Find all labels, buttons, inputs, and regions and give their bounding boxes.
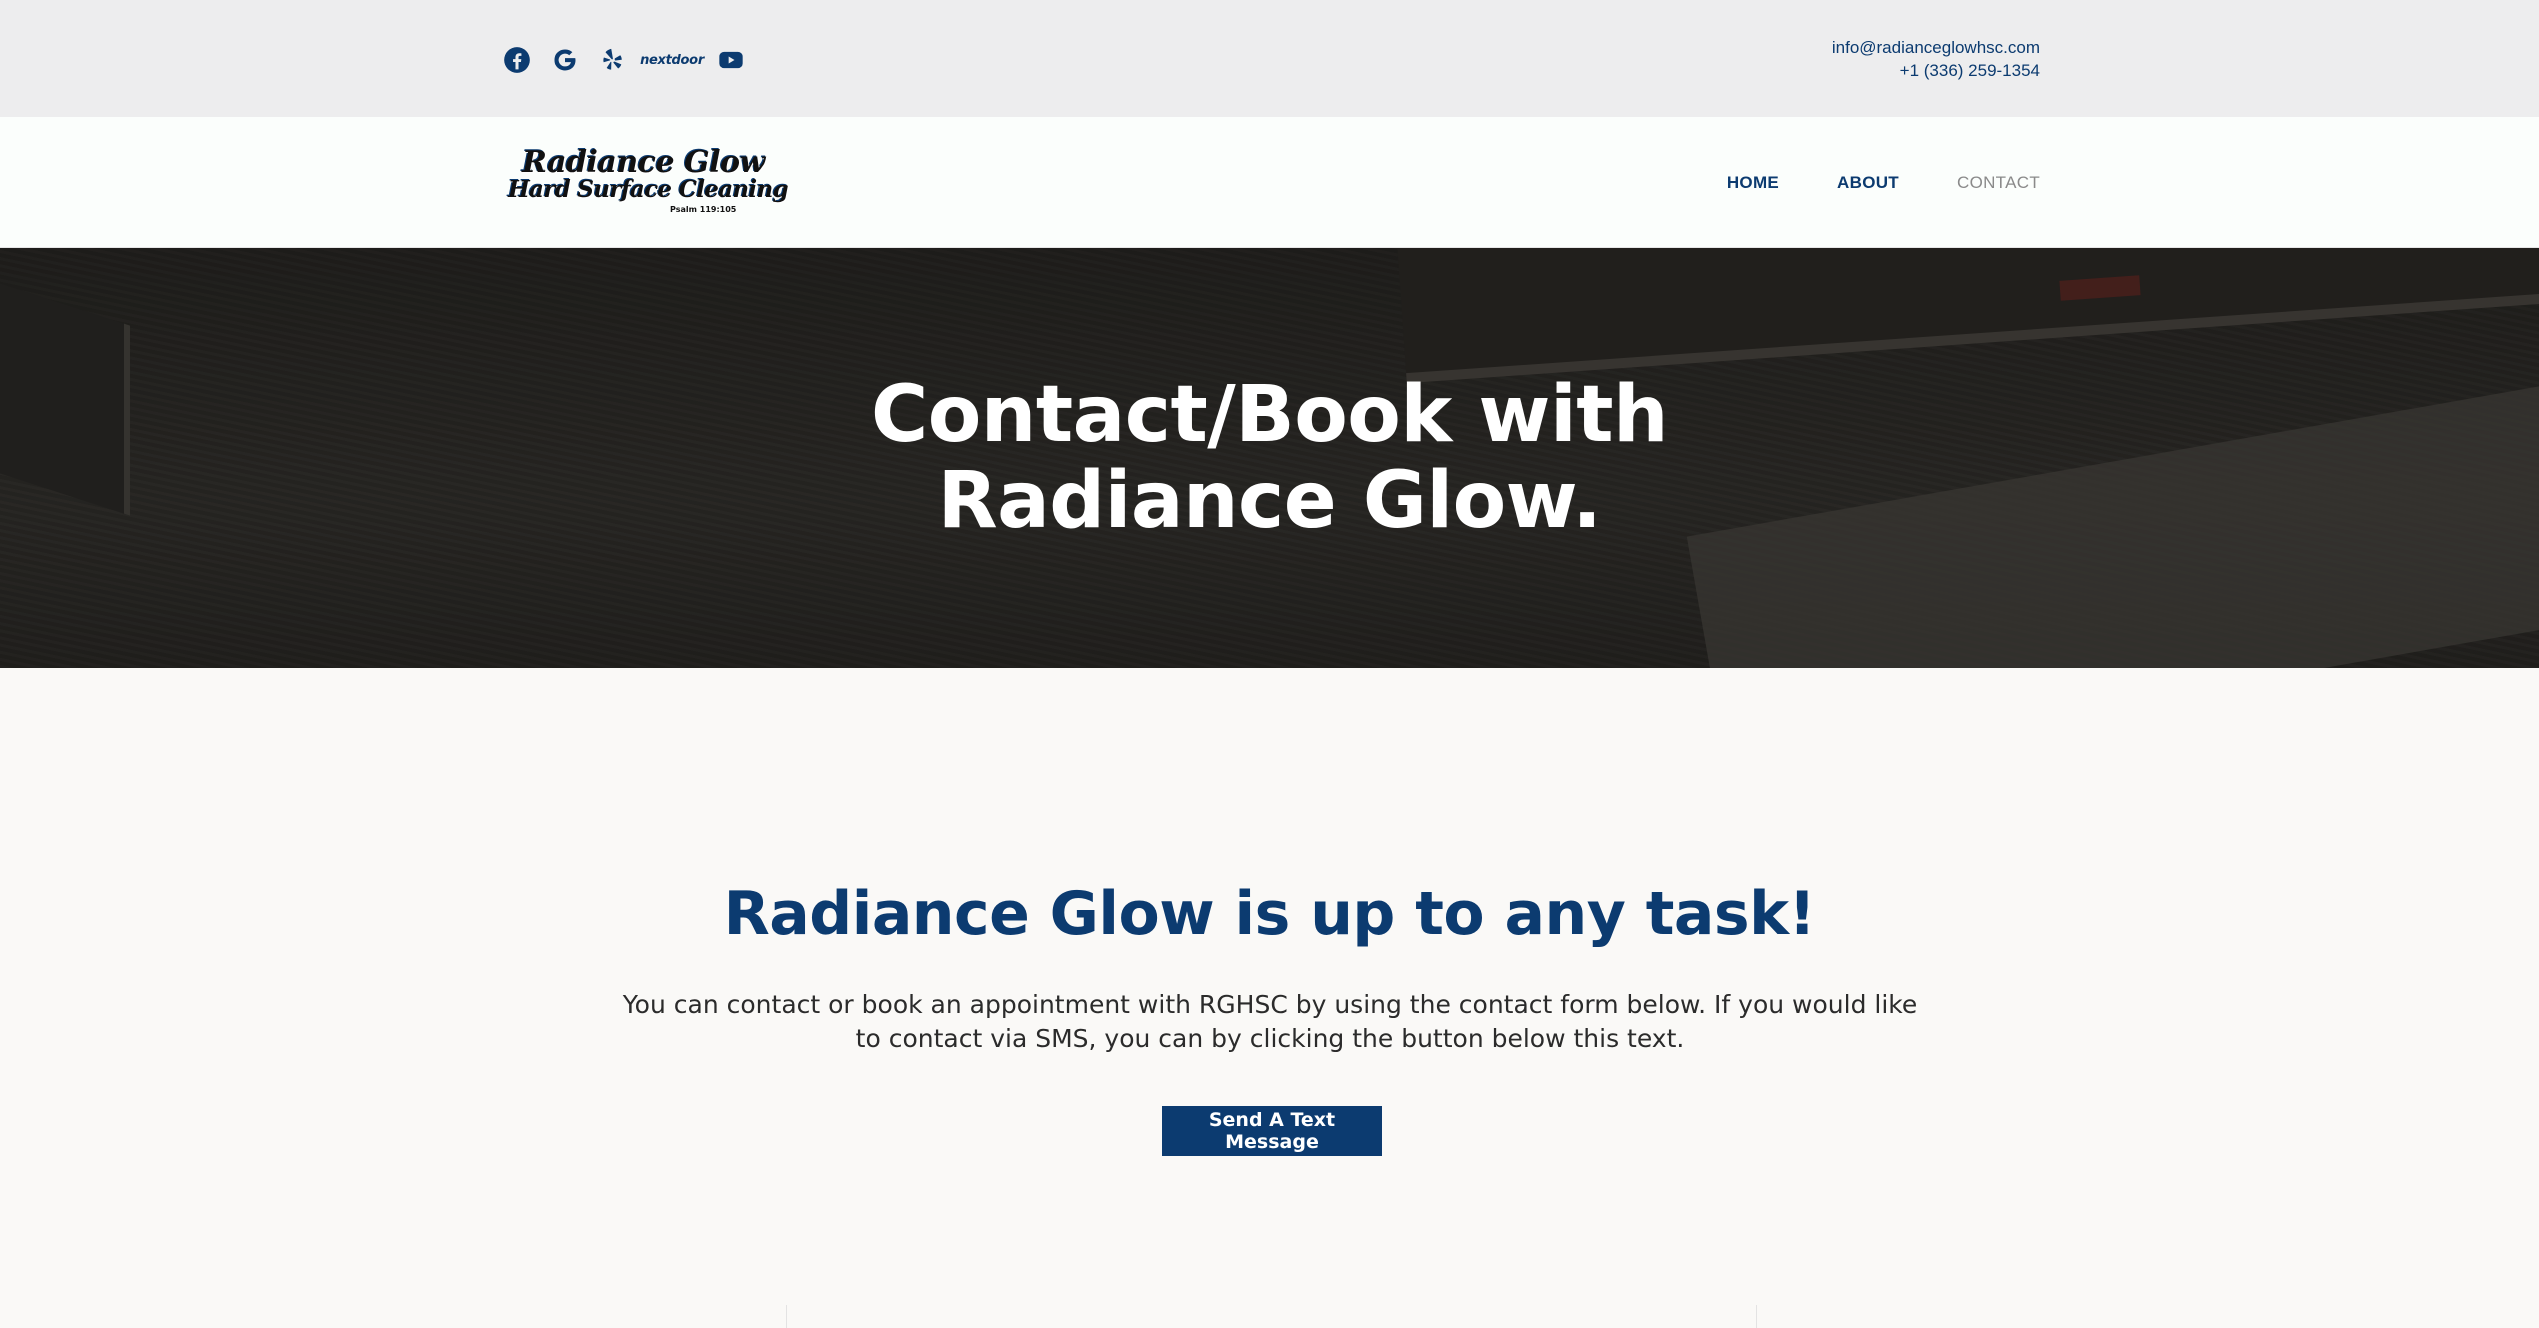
nav-contact[interactable]: CONTACT [1957, 173, 2040, 193]
social-links: nextdoor [502, 44, 746, 76]
section-heading: Radiance Glow is up to any task! [723, 879, 1816, 949]
hero-banner: Contact/Book with Radiance Glow. [0, 248, 2539, 668]
google-icon[interactable] [550, 45, 580, 75]
nav-about[interactable]: ABOUT [1837, 173, 1899, 193]
nextdoor-icon[interactable]: nextdoor [640, 45, 704, 75]
nav-home[interactable]: HOME [1727, 173, 1779, 193]
column-divider [786, 1305, 787, 1328]
nextdoor-label: nextdoor [640, 52, 704, 68]
column-divider [1756, 1305, 1757, 1328]
hero-title-line-1: Contact/Book with [870, 370, 1669, 460]
send-text-message-button[interactable]: Send A Text Message [1162, 1106, 1382, 1156]
logo-line-3: Psalm 119:105 [670, 205, 737, 214]
hero-title-line-2: Radiance Glow. [937, 456, 1602, 546]
site-logo[interactable]: Radiance Glow Hard Surface Cleaning Psal… [508, 145, 789, 217]
hero-title: Contact/Book with Radiance Glow. [0, 372, 2539, 544]
main-nav: HOME ABOUT CONTACT [1727, 173, 2040, 193]
nav-bar: Radiance Glow Hard Surface Cleaning Psal… [0, 117, 2539, 248]
yelp-icon[interactable] [598, 45, 628, 75]
top-bar: nextdoor info@radianceglowhsc.com +1 (33… [0, 0, 2539, 117]
logo-line-1: Radiance Glow [522, 145, 765, 180]
youtube-icon[interactable] [716, 45, 746, 75]
section-text: You can contact or book an appointment w… [622, 990, 1918, 1053]
logo-line-2: Hard Surface Cleaning [508, 176, 789, 203]
facebook-icon[interactable] [502, 45, 532, 75]
phone-link[interactable]: +1 (336) 259-1354 [1832, 59, 2040, 82]
contact-info: info@radianceglowhsc.com +1 (336) 259-13… [1832, 36, 2040, 82]
email-link[interactable]: info@radianceglowhsc.com [1832, 36, 2040, 59]
